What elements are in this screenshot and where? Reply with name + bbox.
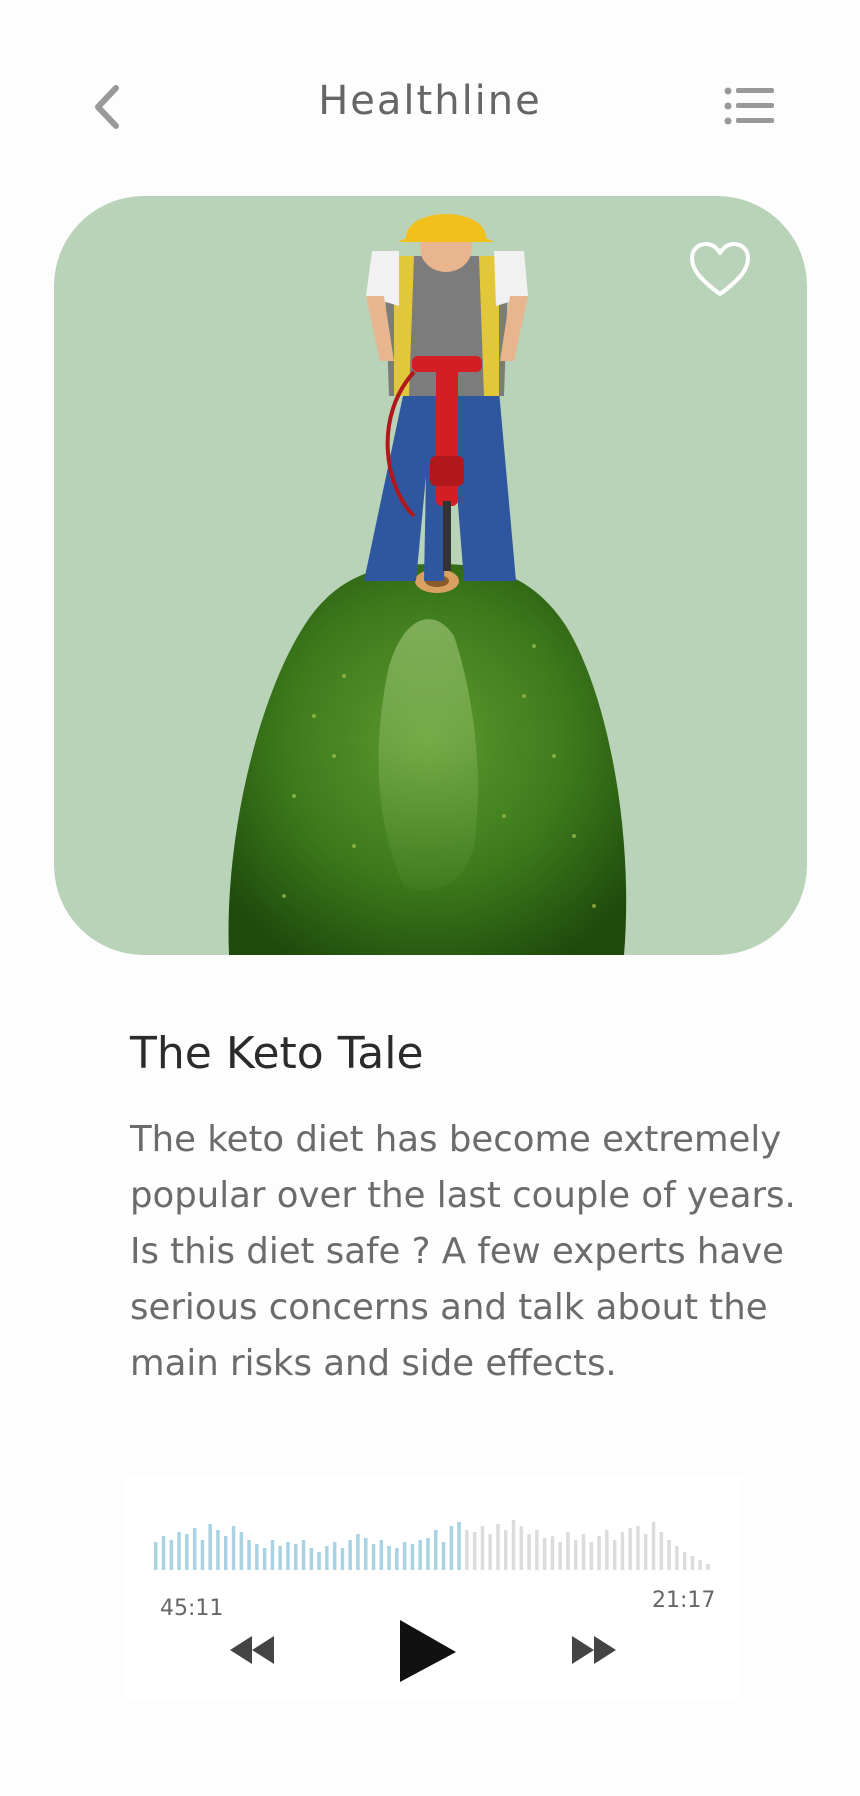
waveform-bar (434, 1530, 438, 1570)
waveform-bar (340, 1548, 345, 1570)
waveform-bar (535, 1530, 539, 1570)
remaining-time: 21:17 (652, 1588, 716, 1613)
waveform-bar (612, 1540, 617, 1570)
waveform-bar (472, 1532, 477, 1570)
waveform-bar (402, 1542, 407, 1570)
waveform-bar (667, 1540, 671, 1570)
rewind-icon (230, 1636, 274, 1664)
waveform-bar (496, 1524, 500, 1570)
waveform-bar (480, 1526, 485, 1570)
waveform-bar (605, 1530, 609, 1570)
waveform-bar (550, 1536, 555, 1570)
waveform-bar (620, 1532, 625, 1570)
waveform-bar (527, 1534, 531, 1570)
article-title: The Keto Tale (130, 1028, 424, 1079)
waveform-bar (270, 1540, 275, 1570)
waveform-bar (519, 1526, 524, 1570)
worker-figure (364, 214, 528, 581)
waveform-bar (628, 1528, 632, 1570)
waveform-bar (542, 1538, 547, 1570)
waveform-bar (200, 1540, 205, 1570)
waveform-bar (192, 1528, 197, 1570)
waveform-bar (309, 1548, 314, 1570)
play-icon (400, 1620, 456, 1682)
waveform-bar (488, 1534, 492, 1570)
heart-outline-icon (690, 242, 750, 296)
waveform-bar (581, 1534, 586, 1570)
waveform-bar (247, 1540, 251, 1570)
waveform-bar (566, 1532, 570, 1570)
waveform-bar (255, 1544, 259, 1570)
fast-forward-button[interactable] (568, 1632, 620, 1668)
audio-player: 45:11 21:17 (124, 1476, 742, 1698)
waveform-bar (278, 1546, 282, 1570)
waveform-bar (262, 1548, 267, 1570)
waveform-bar (449, 1526, 454, 1570)
waveform-bar (294, 1544, 298, 1570)
waveform-bar (364, 1538, 368, 1570)
app-header: Healthline (0, 0, 860, 200)
elapsed-time: 45:11 (160, 1596, 224, 1621)
waveform-bar (301, 1540, 306, 1570)
waveform-bar (286, 1542, 290, 1570)
waveform-bar (682, 1552, 687, 1570)
waveform-bar (208, 1524, 212, 1570)
waveform-bar (511, 1520, 516, 1570)
favorite-button[interactable] (688, 240, 752, 300)
waveform-bar (161, 1536, 166, 1570)
waveform-bar (690, 1556, 695, 1570)
waveform-bar (224, 1536, 228, 1570)
waveform-bar (418, 1540, 422, 1570)
waveform-bar (395, 1548, 399, 1570)
menu-button[interactable] (724, 86, 776, 130)
waveform-bar (348, 1540, 352, 1570)
waveform-bar (216, 1530, 220, 1570)
waveform-bar (457, 1522, 461, 1570)
waveform-bar (177, 1532, 181, 1570)
article-summary: The keto diet has become extremely popul… (130, 1119, 796, 1384)
waveform-bar (441, 1542, 446, 1570)
waveform-bar (589, 1542, 594, 1570)
waveform-bar (410, 1544, 415, 1570)
waveform-bar (379, 1540, 384, 1570)
list-icon (724, 87, 774, 125)
waveform-bar (706, 1564, 710, 1570)
waveform-bar (356, 1534, 360, 1570)
fast-forward-icon (572, 1636, 616, 1664)
audio-waveform[interactable] (154, 1512, 714, 1572)
play-button[interactable] (394, 1616, 460, 1686)
waveform-bar (325, 1546, 329, 1570)
waveform-bar (231, 1526, 236, 1570)
waveform-bar (675, 1546, 679, 1570)
waveform-bar (504, 1530, 508, 1570)
hero-image-card (54, 196, 807, 955)
waveform-bar (651, 1522, 656, 1570)
waveform-bar (465, 1530, 469, 1570)
rewind-button[interactable] (226, 1632, 278, 1668)
waveform-bar (239, 1532, 244, 1570)
waveform-bar (558, 1542, 562, 1570)
waveform-bar (185, 1534, 189, 1570)
waveform-bar (426, 1538, 430, 1570)
waveform-bar (597, 1536, 601, 1570)
waveform-bar (698, 1560, 702, 1570)
waveform-bar (644, 1534, 648, 1570)
waveform-bar (317, 1552, 321, 1570)
waveform-bar (169, 1540, 174, 1570)
waveform-bar (332, 1542, 337, 1570)
waveform-bar (574, 1540, 578, 1570)
waveform-bar (659, 1532, 664, 1570)
waveform-bar (636, 1526, 640, 1570)
waveform-bar (371, 1544, 376, 1570)
hero-illustration (228, 214, 627, 955)
waveform-bar (387, 1546, 391, 1570)
waveform-bar (154, 1542, 158, 1570)
